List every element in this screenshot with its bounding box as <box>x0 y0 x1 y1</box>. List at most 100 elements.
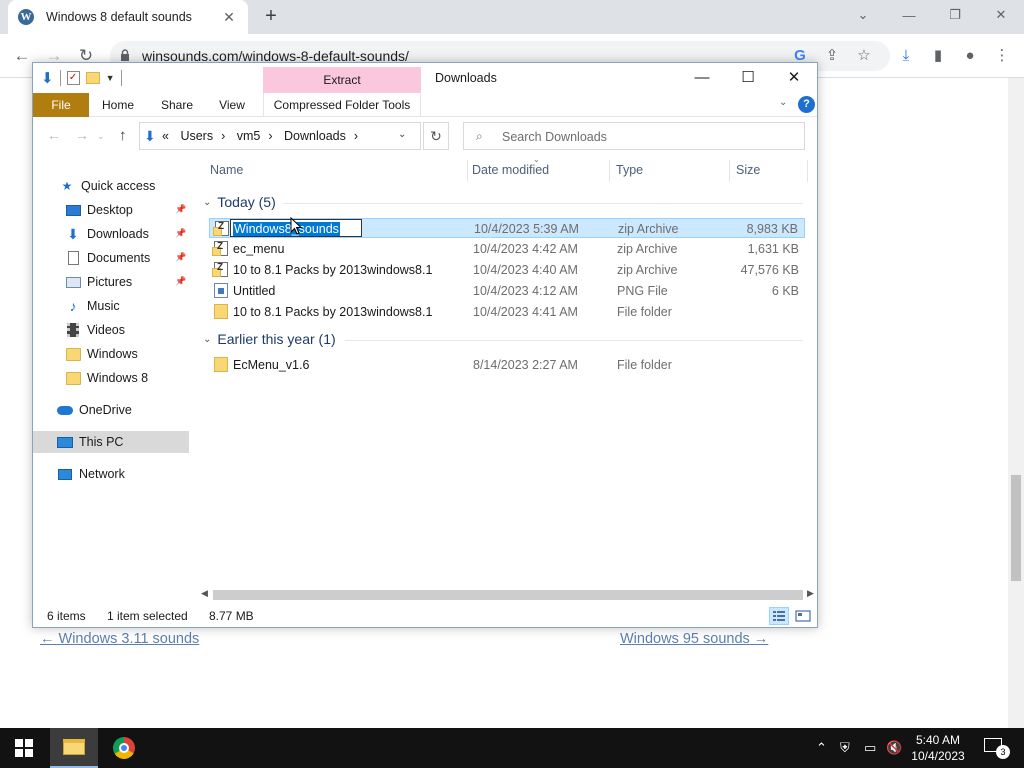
breadcrumb-separator-icon[interactable]: › <box>268 129 272 143</box>
nav-item-pictures[interactable]: Pictures 📌 <box>33 271 189 293</box>
properties-icon[interactable]: ✓ <box>66 71 80 85</box>
browser-close-button[interactable]: ✕ <box>978 0 1024 30</box>
refresh-button[interactable]: ↻ <box>423 122 449 150</box>
page-scrollbar-thumb[interactable] <box>1011 475 1021 581</box>
next-page-link[interactable]: Windows 95 sounds → <box>620 631 768 647</box>
side-panel-icon[interactable]: ▮ <box>928 46 948 66</box>
tab-search-chevron-icon[interactable]: ⌄ <box>840 0 886 30</box>
profile-avatar-icon[interactable]: ● <box>960 46 980 66</box>
search-box[interactable]: ⌕ <box>463 122 805 150</box>
large-icons-view-button[interactable] <box>793 607 813 625</box>
tab-file[interactable]: File <box>33 93 89 117</box>
breadcrumb-vm5[interactable]: vm5 <box>237 129 261 143</box>
explorer-back-button[interactable]: ← <box>47 127 61 143</box>
row-type: zip Archive <box>617 242 678 256</box>
address-dropdown-chevron-icon[interactable]: ⌄ <box>398 129 406 140</box>
pin-icon[interactable]: 📌 <box>175 228 186 239</box>
table-row[interactable]: ec_menu 10/4/2023 4:42 AM zip Archive 1,… <box>209 239 805 259</box>
tab-share[interactable]: Share <box>153 93 201 117</box>
collapse-chevron-icon[interactable]: ⌄ <box>203 334 211 345</box>
horizontal-scrollbar-thumb[interactable] <box>213 590 803 600</box>
breadcrumb-overflow[interactable]: « <box>162 129 169 143</box>
breadcrumb-users[interactable]: Users <box>180 129 213 143</box>
nav-item-windows-8[interactable]: Windows 8 <box>33 367 189 389</box>
explorer-forward-button[interactable]: → <box>75 127 89 143</box>
down-arrow-icon[interactable]: ⬇ <box>41 69 54 87</box>
taskbar-chrome[interactable] <box>100 728 148 768</box>
close-tab-icon[interactable]: ✕ <box>220 9 238 26</box>
details-view-button[interactable] <box>769 607 789 625</box>
group-header-earlier-this-year[interactable]: ⌄ Earlier this year (1) <box>199 329 336 349</box>
share-icon[interactable]: ⇪ <box>822 46 842 66</box>
volume-muted-icon[interactable]: 🔇 <box>886 740 902 756</box>
previous-page-link[interactable]: ← Windows 3.11 sounds <box>40 631 199 647</box>
table-row[interactable]: Untitled 10/4/2023 4:12 AM PNG File 6 KB <box>209 281 805 301</box>
nav-item-music[interactable]: ♪ Music <box>33 295 189 317</box>
customize-toolbar-chevron-icon[interactable]: ▼ <box>106 73 115 83</box>
nav-item-desktop[interactable]: Desktop 📌 <box>33 199 189 221</box>
column-header-size[interactable]: Size <box>725 157 805 183</box>
table-row[interactable]: 10 to 8.1 Packs by 2013windows8.1 10/4/2… <box>209 302 805 322</box>
explorer-close-button[interactable]: ✕ <box>771 63 817 91</box>
start-button[interactable] <box>0 728 48 768</box>
collapse-chevron-icon[interactable]: ⌄ <box>203 197 211 208</box>
show-hidden-icons-chevron-icon[interactable]: ⌃ <box>816 740 827 756</box>
security-shield-icon[interactable]: ⛨ <box>840 740 850 756</box>
nav-item-label: Desktop <box>87 203 133 217</box>
bookmark-star-icon[interactable]: ☆ <box>854 46 874 66</box>
pin-icon[interactable]: 📌 <box>175 252 186 263</box>
back-button[interactable]: ← <box>10 44 34 68</box>
network-status-icon[interactable]: ▭ <box>864 740 876 756</box>
status-bar: 6 items 1 item selected 8.77 MB <box>33 605 817 627</box>
explorer-maximize-button[interactable]: ☐ <box>725 63 771 91</box>
nav-item-label: Windows 8 <box>87 371 149 385</box>
tab-view[interactable]: View <box>209 93 255 117</box>
column-header-date-modified[interactable]: Date modified <box>461 157 605 183</box>
nav-item-network[interactable]: Network <box>33 463 189 485</box>
new-tab-button[interactable]: + <box>260 5 282 27</box>
tab-home[interactable]: Home <box>93 93 143 117</box>
action-center-icon[interactable]: 3 <box>984 738 1010 759</box>
column-header-type[interactable]: Type <box>605 157 725 183</box>
nav-item-videos[interactable]: Videos <box>33 319 189 341</box>
menu-kebab-icon[interactable]: ⋮ <box>992 46 1012 66</box>
mouse-cursor-icon <box>290 217 302 235</box>
breadcrumb-downloads[interactable]: Downloads <box>284 129 346 143</box>
explorer-address-bar[interactable]: ⬇ « Users › vm5 › Downloads › ⌄ <box>139 122 421 150</box>
pin-icon[interactable]: 📌 <box>175 204 186 215</box>
breadcrumb-separator-icon[interactable]: › <box>221 129 225 143</box>
column-separator[interactable] <box>807 160 808 182</box>
tab-compressed-folder-tools[interactable]: Compressed Folder Tools <box>263 93 421 117</box>
column-header-name[interactable]: Name <box>199 157 461 183</box>
expand-ribbon-chevron-icon[interactable]: ⌄ <box>779 97 787 108</box>
nav-item-quick-access[interactable]: ★ Quick access <box>33 175 189 197</box>
nav-item-this-pc[interactable]: This PC <box>33 431 189 453</box>
breadcrumb-separator-icon[interactable]: › <box>354 129 358 143</box>
taskbar-file-explorer[interactable] <box>50 728 98 768</box>
scroll-right-arrow-icon[interactable]: ▶ <box>807 588 814 599</box>
new-folder-icon[interactable] <box>85 72 100 84</box>
table-row[interactable]: 10 to 8.1 Packs by 2013windows8.1 10/4/2… <box>209 260 805 280</box>
explorer-minimize-button[interactable]: — <box>679 63 725 91</box>
pin-icon[interactable]: 📌 <box>175 276 186 287</box>
scroll-left-arrow-icon[interactable]: ◀ <box>201 588 208 599</box>
recent-locations-chevron-icon[interactable]: ⌄ <box>97 131 105 142</box>
nav-item-documents[interactable]: Documents 📌 <box>33 247 189 269</box>
horizontal-scrollbar[interactable]: ◀ ▶ <box>199 587 817 603</box>
help-icon[interactable]: ? <box>798 96 815 113</box>
group-header-today[interactable]: ⌄ Today (5) <box>199 192 276 212</box>
browser-minimize-button[interactable]: — <box>886 0 932 30</box>
browser-restore-button[interactable]: ❐ <box>932 0 978 30</box>
table-row[interactable]: EcMenu_v1.6 8/14/2023 2:27 AM File folde… <box>209 355 805 375</box>
nav-item-windows[interactable]: Windows <box>33 343 189 365</box>
system-clock[interactable]: 5:40 AM 10/4/2023 <box>906 732 970 764</box>
downloads-icon[interactable]: ⤓ <box>896 46 916 66</box>
search-input[interactable] <box>502 127 792 147</box>
browser-tab[interactable]: W Windows 8 default sounds ✕ <box>8 0 248 34</box>
extract-contextual-tab[interactable]: Extract <box>263 67 421 93</box>
nav-item-downloads[interactable]: ⬇ Downloads 📌 <box>33 223 189 245</box>
page-scrollbar[interactable] <box>1008 78 1024 728</box>
up-one-level-button[interactable]: ↑ <box>119 127 127 144</box>
row-type: File folder <box>617 358 672 372</box>
nav-item-onedrive[interactable]: OneDrive <box>33 399 189 421</box>
